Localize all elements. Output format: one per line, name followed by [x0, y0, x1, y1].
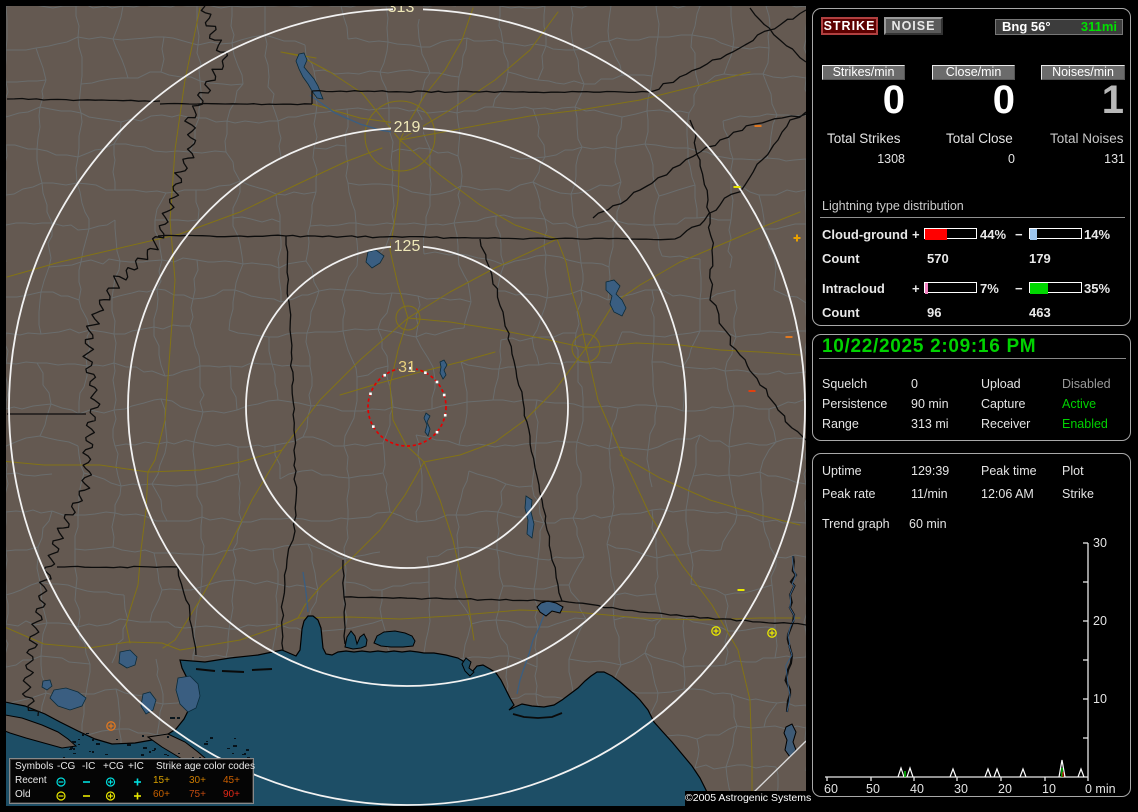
svg-text:219: 219: [394, 119, 421, 136]
svg-text:125: 125: [394, 238, 421, 255]
svg-text:313: 313: [388, 6, 415, 16]
svg-text:31: 31: [398, 359, 416, 376]
